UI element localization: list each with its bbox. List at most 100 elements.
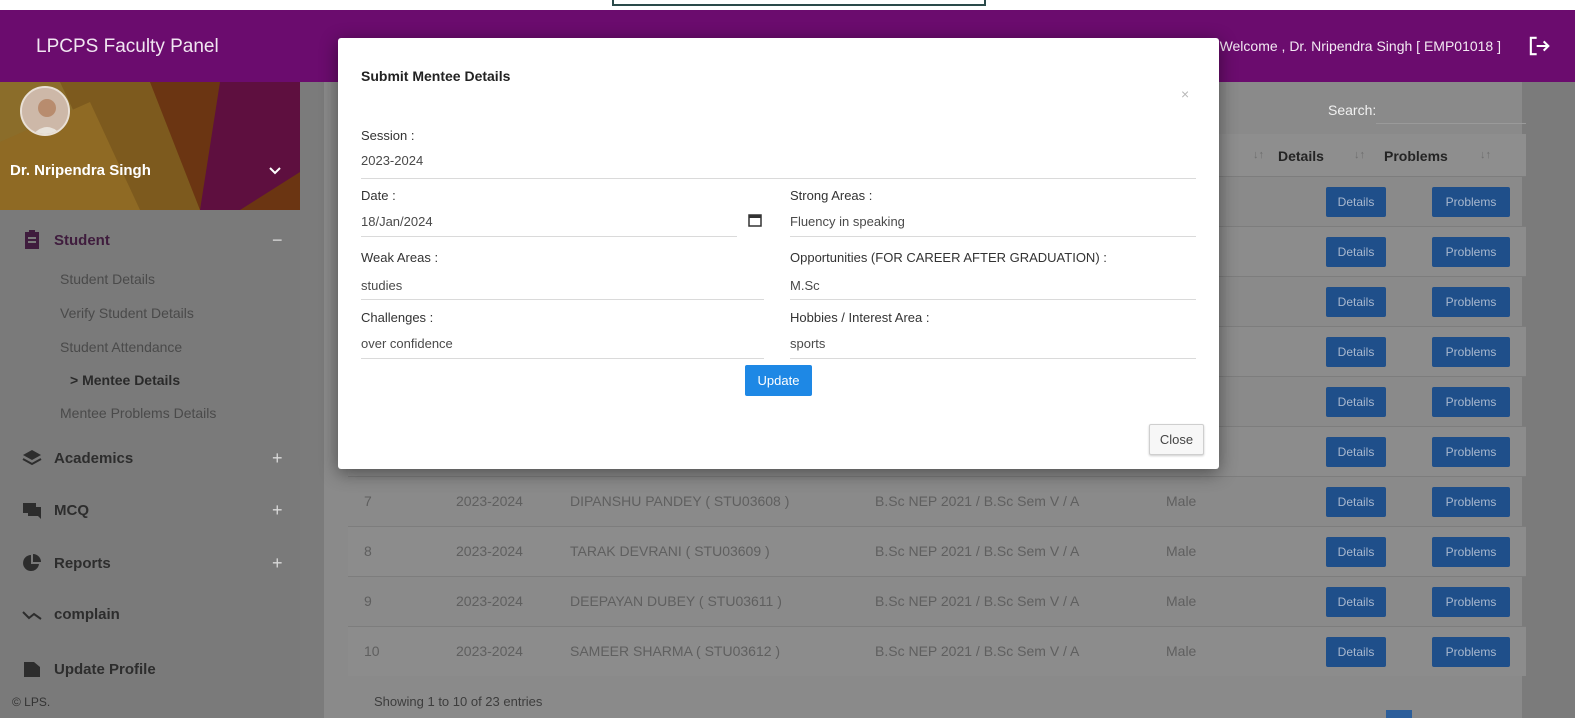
- expand-icon[interactable]: +: [272, 553, 283, 574]
- date-field[interactable]: 18/Jan/2024: [361, 214, 433, 229]
- search-label: Search:: [1328, 102, 1377, 118]
- table-row: 7 2023-2024 DIPANSHU PANDEY ( STU03608 )…: [348, 476, 1526, 526]
- clipboard-icon: [25, 230, 39, 249]
- details-button[interactable]: Details: [1326, 187, 1386, 217]
- strong-areas-underline: [790, 236, 1196, 237]
- copyright-text: © LPS.: [12, 695, 51, 709]
- challenges-field[interactable]: over confidence: [361, 336, 453, 351]
- row-student-name: TARAK DEVRANI ( STU03609 ): [570, 543, 770, 559]
- row-session: 2023-2024: [456, 593, 523, 609]
- weak-areas-underline: [361, 299, 764, 300]
- sidebar-section-label: Update Profile: [54, 660, 156, 678]
- sidebar-section-label: Reports: [54, 554, 111, 572]
- details-button[interactable]: Details: [1326, 387, 1386, 417]
- details-button[interactable]: Details: [1326, 487, 1386, 517]
- sidebar-section-student[interactable]: Student −: [0, 228, 300, 252]
- avatar: [20, 86, 70, 136]
- modal-title: Submit Mentee Details: [361, 68, 511, 84]
- sidebar-section-label: MCQ: [54, 501, 89, 519]
- details-button[interactable]: Details: [1326, 337, 1386, 367]
- problems-button[interactable]: Problems: [1432, 187, 1510, 217]
- column-header-details[interactable]: Details: [1278, 148, 1324, 164]
- sidebar-section-label: Academics: [54, 449, 134, 467]
- row-student-name: DEEPAYAN DUBEY ( STU03611 ): [570, 593, 782, 609]
- problems-button[interactable]: Problems: [1432, 387, 1510, 417]
- opportunities-underline: [790, 299, 1196, 300]
- pagination-active[interactable]: [1386, 710, 1412, 718]
- row-student-name: SAMEER SHARMA ( STU03612 ): [570, 643, 781, 659]
- row-gender: Male: [1166, 543, 1197, 559]
- sidebar-section-update-profile[interactable]: Update Profile: [0, 657, 300, 681]
- chevron-down-icon[interactable]: [268, 166, 282, 176]
- sort-icon[interactable]: ↓↑: [1480, 149, 1491, 161]
- session-field[interactable]: 2023-2024: [361, 153, 423, 168]
- problems-button[interactable]: Problems: [1432, 487, 1510, 517]
- close-icon[interactable]: ×: [1181, 86, 1189, 102]
- sidebar-item-mentee-details[interactable]: > Mentee Details: [70, 372, 180, 388]
- challenges-underline: [361, 358, 764, 359]
- top-slot: [612, 0, 986, 6]
- opportunities-field[interactable]: M.Sc: [790, 278, 820, 293]
- hobbies-label: Hobbies / Interest Area :: [790, 310, 930, 325]
- date-label: Date :: [361, 188, 396, 203]
- sidebar-item-verify-student-details[interactable]: Verify Student Details: [60, 305, 194, 321]
- problems-button[interactable]: Problems: [1432, 637, 1510, 667]
- search-input[interactable]: [1376, 94, 1526, 124]
- table-row: 10 2023-2024 SAMEER SHARMA ( STU03612 ) …: [348, 626, 1526, 676]
- calendar-icon[interactable]: [748, 213, 762, 227]
- profile-panel[interactable]: Dr. Nripendra Singh: [0, 82, 300, 210]
- problems-button[interactable]: Problems: [1432, 537, 1510, 567]
- sidebar-item-student-attendance[interactable]: Student Attendance: [60, 339, 182, 355]
- mentee-details-modal: Submit Mentee Details × Session : 2023-2…: [338, 38, 1219, 469]
- session-underline: [361, 178, 1196, 179]
- row-number: 10: [364, 643, 380, 659]
- logout-icon[interactable]: [1525, 32, 1553, 60]
- row-class: B.Sc NEP 2021 / B.Sc Sem V / A: [875, 593, 1080, 609]
- sort-icon[interactable]: ↓↑: [1354, 149, 1365, 161]
- entries-info: Showing 1 to 10 of 23 entries: [374, 694, 543, 709]
- row-class: B.Sc NEP 2021 / B.Sc Sem V / A: [875, 643, 1080, 659]
- problems-button[interactable]: Problems: [1432, 287, 1510, 317]
- strong-areas-field[interactable]: Fluency in speaking: [790, 214, 905, 229]
- expand-icon[interactable]: +: [272, 500, 283, 521]
- problems-button[interactable]: Problems: [1432, 337, 1510, 367]
- opportunities-label: Opportunities (FOR CAREER AFTER GRADUATI…: [790, 250, 1107, 265]
- welcome-text: Welcome , Dr. Nripendra Singh [ EMP01018…: [1219, 38, 1501, 54]
- details-button[interactable]: Details: [1326, 587, 1386, 617]
- table-row: 8 2023-2024 TARAK DEVRANI ( STU03609 ) B…: [348, 526, 1526, 576]
- sidebar-section-reports[interactable]: Reports +: [0, 551, 300, 575]
- details-button[interactable]: Details: [1326, 637, 1386, 667]
- update-button[interactable]: Update: [745, 365, 812, 396]
- sort-icon[interactable]: ↓↑: [1253, 149, 1264, 161]
- row-student-name: DIPANSHU PANDEY ( STU03608 ): [570, 493, 790, 509]
- problems-button[interactable]: Problems: [1432, 587, 1510, 617]
- row-number: 8: [364, 543, 372, 559]
- trend-icon: [22, 611, 42, 620]
- sidebar-section-complain[interactable]: complain: [0, 602, 300, 626]
- details-button[interactable]: Details: [1326, 237, 1386, 267]
- details-button[interactable]: Details: [1326, 537, 1386, 567]
- column-header-problems[interactable]: Problems: [1384, 148, 1448, 164]
- sidebar-item-student-details[interactable]: Student Details: [60, 271, 155, 287]
- folder-icon: [24, 662, 40, 677]
- row-gender: Male: [1166, 493, 1197, 509]
- row-number: 7: [364, 493, 372, 509]
- sidebar-section-academics[interactable]: Academics +: [0, 446, 300, 470]
- expand-icon[interactable]: +: [272, 448, 283, 469]
- problems-button[interactable]: Problems: [1432, 437, 1510, 467]
- row-session: 2023-2024: [456, 493, 523, 509]
- hobbies-field[interactable]: sports: [790, 336, 825, 351]
- collapse-icon[interactable]: −: [272, 230, 283, 251]
- sidebar-section-mcq[interactable]: MCQ +: [0, 498, 300, 522]
- details-button[interactable]: Details: [1326, 437, 1386, 467]
- problems-button[interactable]: Problems: [1432, 237, 1510, 267]
- sidebar-item-mentee-problems-details[interactable]: Mentee Problems Details: [60, 405, 216, 421]
- pie-chart-icon: [23, 554, 41, 571]
- brand-title: LPCPS Faculty Panel: [36, 36, 219, 57]
- details-button[interactable]: Details: [1326, 287, 1386, 317]
- close-button[interactable]: Close: [1149, 424, 1204, 455]
- weak-areas-field[interactable]: studies: [361, 278, 402, 293]
- sidebar-section-label: complain: [54, 605, 120, 623]
- row-session: 2023-2024: [456, 643, 523, 659]
- row-class: B.Sc NEP 2021 / B.Sc Sem V / A: [875, 543, 1080, 559]
